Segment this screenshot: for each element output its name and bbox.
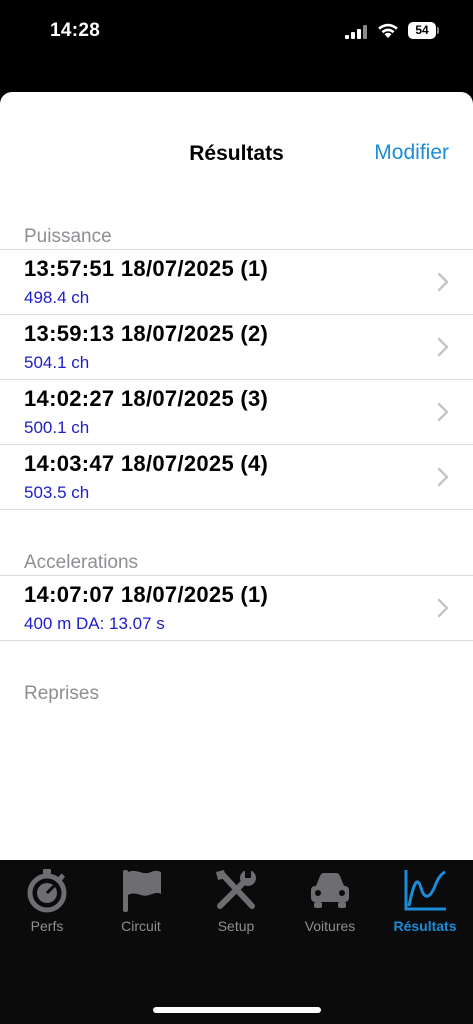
stopwatch-icon	[27, 869, 67, 913]
status-bar: 14:28 54	[0, 0, 473, 62]
result-value: 503.5 ch	[24, 483, 90, 502]
wifi-icon	[378, 23, 398, 38]
list-item[interactable]: 14:03:47 18/07/2025 (4) 503.5 ch	[0, 445, 473, 510]
section-header-reprises: Reprises	[24, 683, 99, 704]
flag-icon	[123, 870, 161, 912]
tab-label: Setup	[217, 918, 255, 934]
cellular-signal-icon	[345, 25, 367, 39]
car-icon	[311, 873, 349, 908]
chevron-right-icon	[437, 467, 449, 487]
section-header-accelerations: Accelerations	[0, 540, 473, 576]
navigation-bar: Résultats Modifier	[0, 92, 473, 214]
chevron-right-icon	[437, 337, 449, 357]
result-value: 498.4 ch	[24, 288, 90, 307]
tab-circuit[interactable]: Circuit	[94, 866, 188, 946]
result-title: 13:57:51 18/07/2025 (1)	[24, 256, 269, 281]
battery-icon: 54	[408, 22, 439, 39]
modify-button[interactable]: Modifier	[374, 141, 449, 165]
tools-icon	[216, 870, 256, 909]
tab-label: Circuit	[121, 918, 161, 934]
chart-icon	[404, 870, 446, 911]
result-title: 13:59:13 18/07/2025 (2)	[24, 321, 269, 346]
result-title: 14:07:07 18/07/2025 (1)	[24, 582, 269, 607]
result-value: 400 m DA: 13.07 s	[24, 614, 165, 633]
list-item[interactable]: 14:07:07 18/07/2025 (1) 400 m DA: 13.07 …	[0, 576, 473, 641]
chevron-right-icon	[437, 598, 449, 618]
result-title: 14:03:47 18/07/2025 (4)	[24, 451, 269, 476]
result-value: 504.1 ch	[24, 353, 90, 372]
tab-label: Perfs	[30, 918, 64, 934]
tab-perfs[interactable]: Perfs	[0, 866, 94, 946]
tab-voitures[interactable]: Voitures	[283, 866, 377, 946]
status-time: 14:28	[50, 20, 101, 41]
result-value: 500.1 ch	[24, 418, 90, 437]
tab-resultats[interactable]: Résultats	[378, 866, 472, 946]
chevron-right-icon	[437, 272, 449, 292]
tab-label: Voitures	[304, 918, 356, 934]
result-title: 14:02:27 18/07/2025 (3)	[24, 386, 269, 411]
results-sheet: Résultats Modifier Puissance 13:57:51 18…	[0, 92, 473, 860]
chevron-right-icon	[437, 402, 449, 422]
tab-bar: Perfs Circuit Setup Voitures Résultats	[0, 860, 473, 1024]
battery-tip	[437, 27, 439, 34]
list-item[interactable]: 13:59:13 18/07/2025 (2) 504.1 ch	[0, 315, 473, 380]
tab-setup[interactable]: Setup	[189, 866, 283, 946]
list-item[interactable]: 13:57:51 18/07/2025 (1) 498.4 ch	[0, 250, 473, 315]
home-indicator[interactable]	[153, 1007, 321, 1013]
tab-label: Résultats	[393, 918, 457, 934]
list-item[interactable]: 14:02:27 18/07/2025 (3) 500.1 ch	[0, 380, 473, 445]
section-header-puissance: Puissance	[0, 214, 473, 250]
battery-level: 54	[408, 22, 436, 39]
